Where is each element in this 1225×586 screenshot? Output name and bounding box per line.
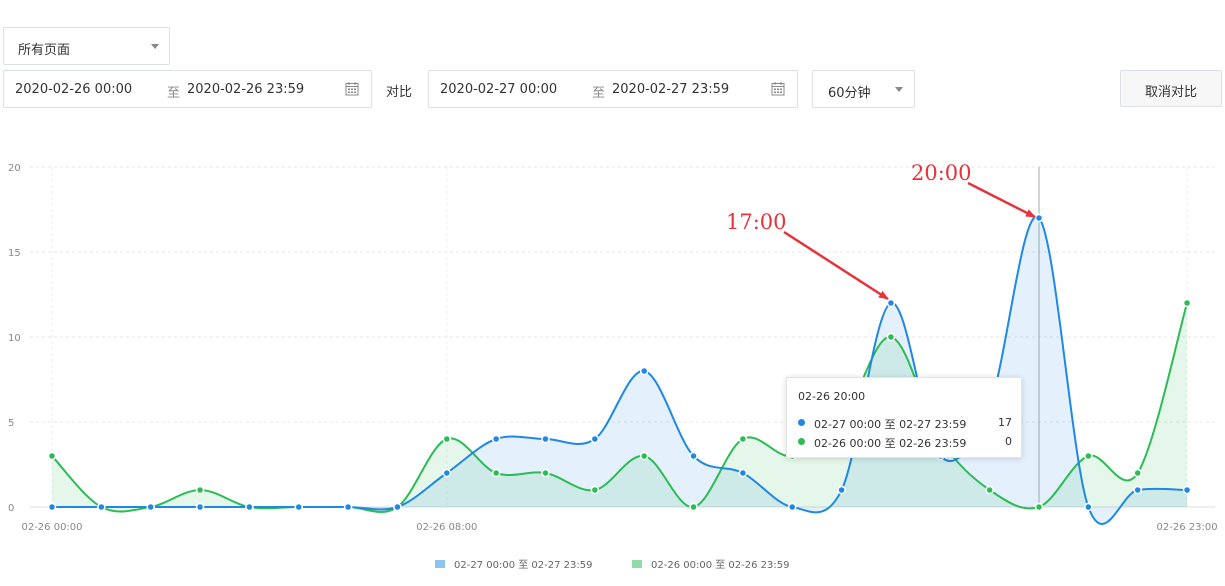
data-point <box>195 485 205 495</box>
data-point <box>689 502 698 512</box>
data-point <box>47 502 57 512</box>
tooltip-row-label: 02-26 00:00 至 02-26 23:59 <box>814 437 967 450</box>
legend-swatch <box>435 560 445 568</box>
calendar-icon[interactable] <box>345 81 359 96</box>
cancel-compare-label: 取消对比 <box>1144 85 1197 100</box>
calendar-icon[interactable] <box>771 81 785 96</box>
x-tick-label: 02-26 08:00 <box>416 522 477 533</box>
data-point <box>541 468 550 478</box>
data-point <box>393 502 402 512</box>
tooltip-dot <box>798 438 805 445</box>
series-area <box>52 216 1188 524</box>
data-point <box>985 485 994 495</box>
data-point <box>442 468 452 478</box>
legend-swatch <box>632 560 642 568</box>
data-point <box>1133 468 1142 478</box>
legend-label: 02-26 00:00 至 02-26 23:59 <box>651 560 790 571</box>
range2-start[interactable]: 2020-02-27 00:00 <box>440 82 557 97</box>
y-tick-label: 20 <box>8 163 21 174</box>
tooltip-title: 02-26 20:00 <box>798 390 866 403</box>
chevron-down-icon <box>895 87 903 92</box>
data-point <box>195 502 205 512</box>
interval-value: 60分钟 <box>828 86 871 101</box>
x-tick-label: 02-26 00:00 <box>21 522 82 533</box>
data-point <box>491 468 501 478</box>
annotation-2000: 20:00 <box>911 161 972 185</box>
range1-start[interactable]: 2020-02-26 00:00 <box>15 82 132 97</box>
cancel-compare-button[interactable]: 取消对比 <box>1120 70 1222 107</box>
tooltip-dot <box>798 419 805 426</box>
range2-separator: 至 <box>592 86 606 101</box>
date-range-picker-primary[interactable]: 2020-02-26 00:00 至 2020-02-26 23:59 <box>3 70 372 108</box>
data-point <box>639 451 649 461</box>
data-point <box>97 502 106 512</box>
data-point <box>245 502 254 512</box>
data-point <box>491 434 501 444</box>
trend-chart: 02-26 00:00 02-26 08:00 02-26 23:00 0 5 10 15… <box>8 163 1218 533</box>
data-point <box>738 468 748 478</box>
chevron-down-icon <box>151 44 159 49</box>
y-tick-label: 15 <box>8 248 21 259</box>
interval-select[interactable]: 60分钟 <box>812 70 915 108</box>
chart-tooltip: 02-26 20:00 02-27 00:00 至 02-27 23:59 17… <box>786 377 1022 458</box>
range2-end[interactable]: 2020-02-27 23:59 <box>612 82 729 97</box>
tooltip-row-value: 0 <box>1005 435 1012 448</box>
annotation-arrow <box>783 230 889 301</box>
range1-separator: 至 <box>167 86 181 101</box>
annotation-1700: 17:00 <box>726 210 787 234</box>
legend-label: 02-27 00:00 至 02-27 23:59 <box>454 560 593 571</box>
compare-label: 对比 <box>386 85 413 100</box>
annotation-arrow <box>967 181 1036 219</box>
data-point <box>590 434 600 444</box>
data-point <box>343 502 353 512</box>
y-tick-label: 0 <box>8 503 14 514</box>
page-select-value: 所有页面 <box>18 43 71 58</box>
data-point <box>738 434 748 444</box>
data-point <box>1182 485 1192 495</box>
y-tick-label: 10 <box>8 333 21 344</box>
data-point <box>689 451 698 461</box>
data-point <box>47 451 57 461</box>
data-point <box>1034 502 1044 512</box>
x-tick-label: 02-26 23:00 <box>1157 522 1218 533</box>
data-point <box>886 332 896 342</box>
data-point <box>788 502 797 512</box>
date-range-picker-compare[interactable]: 2020-02-27 00:00 至 2020-02-27 23:59 <box>428 70 798 108</box>
page-select[interactable]: 所有页面 <box>3 27 170 65</box>
data-point <box>1084 451 1093 461</box>
data-point <box>837 485 846 495</box>
tooltip-row-value: 17 <box>998 416 1012 429</box>
data-point <box>146 502 155 512</box>
data-point <box>886 298 896 308</box>
data-point <box>590 485 600 495</box>
data-point <box>1133 485 1142 495</box>
tooltip-row-label: 02-27 00:00 至 02-27 23:59 <box>814 418 967 431</box>
data-point <box>1084 502 1093 512</box>
tooltip-row: 02-27 00:00 至 02-27 23:59 17 <box>798 416 1012 431</box>
data-point <box>442 434 452 444</box>
data-point <box>541 434 550 444</box>
range1-end[interactable]: 2020-02-26 23:59 <box>187 82 304 97</box>
tooltip-row: 02-26 00:00 至 02-26 23:59 0 <box>798 435 1012 450</box>
data-point <box>1182 298 1192 308</box>
data-point <box>294 502 303 512</box>
y-tick-label: 5 <box>8 418 14 429</box>
data-point <box>639 366 649 376</box>
data-point <box>1034 213 1044 223</box>
